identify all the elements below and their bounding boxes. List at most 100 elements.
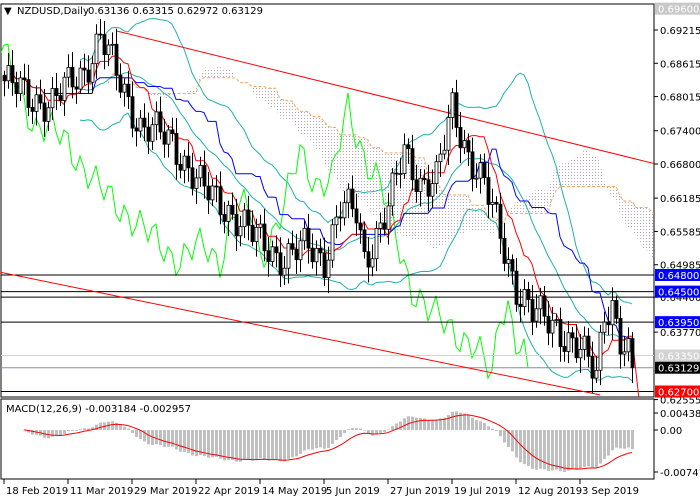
candle-body bbox=[206, 185, 211, 201]
candle-body bbox=[294, 248, 299, 261]
candle-body bbox=[614, 299, 619, 319]
macd-histogram-bar bbox=[51, 430, 54, 437]
candle-body bbox=[186, 155, 191, 169]
candle-body bbox=[630, 338, 635, 369]
macd-histogram-bar bbox=[631, 430, 634, 450]
candle-body bbox=[6, 65, 11, 82]
candle-body bbox=[282, 267, 287, 276]
candle-body bbox=[602, 321, 607, 333]
macd-histogram-bar bbox=[223, 430, 226, 461]
candle-body bbox=[434, 161, 439, 184]
macd-histogram-bar bbox=[503, 430, 506, 443]
macd-histogram-bar bbox=[435, 419, 438, 430]
candle-body bbox=[426, 179, 431, 197]
macd-histogram-bar bbox=[483, 423, 486, 430]
candle-body bbox=[442, 149, 447, 155]
candle-body bbox=[494, 201, 499, 205]
candle-body bbox=[322, 252, 327, 279]
macd-histogram-bar bbox=[171, 430, 174, 447]
y-tick-label: 0.67400 bbox=[660, 127, 700, 138]
macd-histogram-bar bbox=[303, 430, 306, 451]
candle-body bbox=[486, 177, 491, 205]
y-tick-label: 0.63770 bbox=[660, 328, 700, 339]
candle-body bbox=[222, 214, 227, 222]
macd-histogram-bar bbox=[311, 430, 314, 450]
candle-body bbox=[538, 295, 543, 310]
macd-histogram-bar bbox=[479, 421, 482, 430]
candle-body bbox=[62, 76, 67, 101]
macd-histogram-bar bbox=[551, 430, 554, 471]
candle-body bbox=[550, 319, 555, 334]
macd-tick-label: 0.00 bbox=[660, 426, 682, 437]
macd-histogram-bar bbox=[123, 426, 126, 430]
candle-body bbox=[50, 88, 55, 109]
candle-body bbox=[470, 151, 475, 180]
candle-body bbox=[518, 303, 523, 308]
candle-body bbox=[210, 185, 215, 201]
price-label-text: 0.63950 bbox=[658, 318, 699, 329]
candle-body bbox=[490, 201, 495, 205]
macd-histogram-bar bbox=[467, 414, 470, 430]
candle-body bbox=[134, 127, 139, 132]
macd-histogram-bar bbox=[619, 430, 622, 449]
macd-histogram-bar bbox=[319, 430, 322, 448]
macd-histogram-bar bbox=[331, 430, 334, 445]
macd-histogram-bar bbox=[327, 430, 330, 448]
candle-body bbox=[462, 140, 467, 149]
macd-histogram-bar bbox=[279, 430, 282, 462]
candle-body bbox=[378, 222, 383, 229]
candle-body bbox=[478, 162, 483, 179]
candle-body bbox=[566, 332, 571, 352]
x-tick-label: 5 Jun 2019 bbox=[326, 486, 380, 497]
candle-body bbox=[394, 172, 399, 175]
candle-body bbox=[42, 102, 47, 122]
macd-label: MACD(12,26,9) -0.003184 -0.002957 bbox=[6, 404, 191, 415]
macd-histogram-bar bbox=[555, 430, 558, 470]
candle-body bbox=[590, 355, 595, 379]
candle-body bbox=[534, 308, 539, 322]
chart-title: NZDUSD,Daily bbox=[17, 6, 89, 17]
candle-body bbox=[262, 223, 267, 252]
y-tick-label: 0.68015 bbox=[660, 93, 700, 104]
macd-histogram-bar bbox=[447, 415, 450, 430]
candle-body bbox=[106, 44, 111, 56]
macd-histogram-bar bbox=[247, 430, 250, 460]
macd-histogram-bar bbox=[111, 421, 114, 430]
candle-body bbox=[138, 117, 143, 132]
candle-body bbox=[154, 111, 159, 126]
macd-histogram-bar bbox=[451, 411, 454, 430]
macd-histogram-bar bbox=[583, 430, 586, 467]
price-label: 0.63950 bbox=[655, 316, 700, 329]
macd-histogram-bar bbox=[175, 430, 178, 450]
candle-body bbox=[386, 205, 391, 230]
macd-histogram-bar bbox=[83, 428, 86, 430]
y-tick-label: 0.69215 bbox=[660, 26, 700, 37]
macd-histogram-bar bbox=[239, 430, 242, 462]
price-label: 0.64800 bbox=[655, 268, 700, 282]
candle-body bbox=[414, 179, 419, 193]
candle-body bbox=[582, 335, 587, 350]
candle-body bbox=[578, 348, 583, 359]
macd-histogram-bar bbox=[399, 421, 402, 430]
macd-histogram-bar bbox=[159, 430, 162, 446]
candle-body bbox=[334, 216, 339, 226]
candle-body bbox=[22, 77, 27, 81]
candle-body bbox=[166, 129, 171, 145]
macd-histogram-bar bbox=[219, 430, 222, 459]
macd-histogram-bar bbox=[275, 430, 278, 460]
macd-histogram-bar bbox=[427, 419, 430, 430]
macd-histogram-bar bbox=[211, 430, 214, 458]
nzdusd-daily-chart: 0.69215 0.68615 0.68015 0.67400 0.66800 0.661… bbox=[0, 2, 700, 497]
price-label: 0.64500 bbox=[655, 285, 700, 299]
macd-histogram-bar bbox=[387, 429, 390, 431]
candle-body bbox=[346, 188, 351, 204]
price-label: 0.63129 bbox=[655, 361, 700, 375]
candle-body bbox=[30, 107, 35, 112]
macd-histogram-bar bbox=[291, 430, 294, 458]
candle-body bbox=[194, 177, 199, 189]
candle-body bbox=[438, 153, 443, 163]
macd-histogram-bar bbox=[515, 430, 518, 458]
macd-histogram-bar bbox=[363, 430, 366, 431]
price-label-text: 0.64500 bbox=[658, 288, 699, 299]
macd-histogram-bar bbox=[615, 430, 618, 448]
